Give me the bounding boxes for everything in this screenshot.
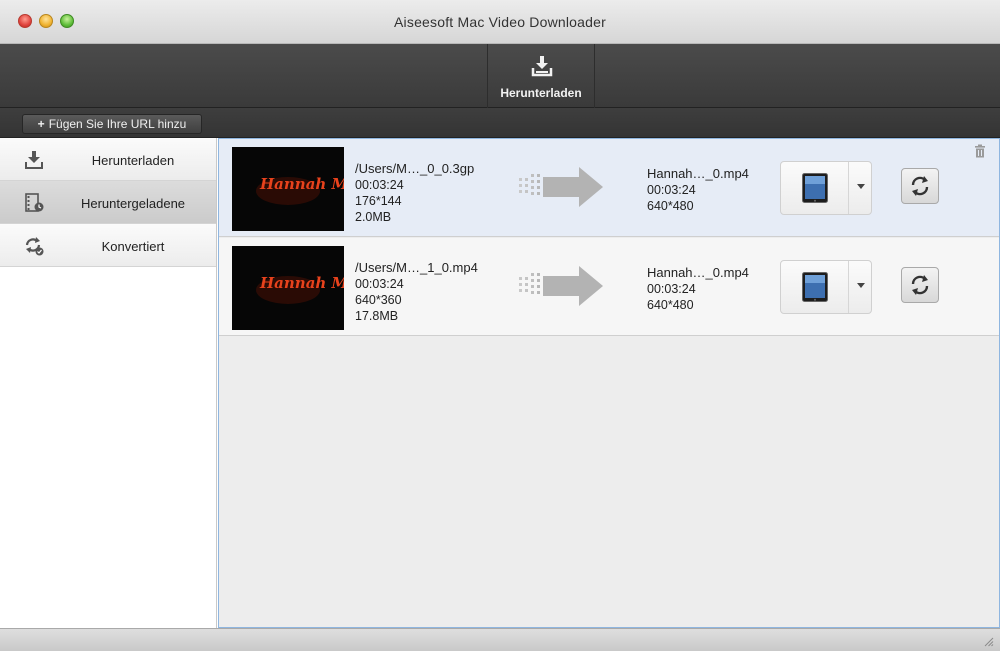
sidebar-item-label: Konvertiert [101, 239, 165, 254]
device-preview[interactable] [781, 261, 849, 313]
output-resolution: 640*480 [647, 298, 694, 312]
trash-icon[interactable] [973, 144, 987, 158]
window-title: Aiseesoft Mac Video Downloader [394, 14, 606, 30]
video-row[interactable]: Hannah Montana /Users/M…_1_0.mp4 00:03:2… [219, 238, 999, 336]
output-duration: 00:03:24 [647, 282, 696, 296]
status-bar [0, 628, 1000, 651]
output-duration: 00:03:24 [647, 183, 696, 197]
arrow-right-icon [519, 266, 603, 306]
film-strip-icon [25, 193, 44, 212]
source-info: /Users/M…_1_0.mp4 00:03:24 640*360 17.8M… [355, 260, 478, 324]
resize-grip-icon[interactable] [982, 635, 994, 647]
thumbnail-image: Hannah Montana [232, 246, 344, 330]
device-preview[interactable] [781, 162, 849, 214]
sidebar-item-label: Herunterladen [91, 153, 175, 168]
title-bar: Aiseesoft Mac Video Downloader [0, 0, 1000, 44]
output-name: Hannah…_0.mp4 [647, 265, 749, 280]
thumbnail-image: Hannah Montana [232, 147, 344, 231]
device-dropdown-toggle[interactable] [850, 162, 872, 214]
refresh-icon [911, 275, 929, 295]
refresh-icon [911, 176, 929, 196]
chevron-down-icon [857, 184, 865, 189]
device-dropdown-toggle[interactable] [850, 261, 872, 313]
source-duration: 00:03:24 [355, 277, 404, 291]
chevron-down-icon [857, 283, 865, 288]
ipad-icon [802, 272, 828, 302]
source-path: /Users/M…_1_0.mp4 [355, 260, 478, 275]
sidebar: Herunterladen Heruntergeladene Konvertie… [0, 138, 217, 628]
sidebar-item-label: Heruntergeladene [80, 196, 186, 211]
thumbnail-title-text: Hannah Montana [259, 175, 344, 193]
download-icon [25, 151, 43, 169]
source-size: 17.8MB [355, 309, 399, 323]
source-path: /Users/M…_0_0.3gp [355, 161, 475, 176]
source-duration: 00:03:24 [355, 178, 404, 192]
convert-button[interactable] [901, 168, 939, 204]
video-row[interactable]: Hannah Montana /Users/M…_0_0.3gp 00:03:2… [219, 139, 999, 237]
source-resolution: 176*144 [355, 194, 402, 208]
source-resolution: 640*360 [355, 293, 402, 307]
video-thumbnail[interactable]: Hannah Montana [232, 147, 344, 231]
sidebar-item-konvertiert[interactable]: Konvertiert [0, 224, 216, 267]
output-name: Hannah…_0.mp4 [647, 166, 749, 181]
source-size: 2.0MB [355, 210, 392, 224]
thumbnail-title-text: Hannah Montana [259, 274, 344, 292]
toolbar-download-button[interactable]: Herunterladen [487, 44, 595, 108]
toolbar: Herunterladen [0, 44, 1000, 108]
plus-icon: + [37, 117, 45, 131]
sidebar-item-herunterladen[interactable]: Herunterladen [0, 138, 216, 181]
video-thumbnail[interactable]: Hannah Montana [232, 246, 344, 330]
output-resolution: 640*480 [647, 199, 694, 213]
output-device-select[interactable] [780, 260, 872, 314]
ipad-icon [802, 173, 828, 203]
output-device-select[interactable] [780, 161, 872, 215]
sidebar-item-heruntergeladene[interactable]: Heruntergeladene [0, 181, 216, 224]
output-info: Hannah…_0.mp4 00:03:24 640*480 [647, 166, 749, 214]
add-url-button[interactable]: + Fügen Sie Ihre URL hinzu [22, 114, 202, 134]
arrow-right-icon [519, 167, 603, 207]
convert-button[interactable] [901, 267, 939, 303]
add-url-label: Fügen Sie Ihre URL hinzu [48, 117, 187, 131]
toolbar-download-label: Herunterladen [500, 86, 582, 100]
output-info: Hannah…_0.mp4 00:03:24 640*480 [647, 265, 749, 313]
url-bar: + Fügen Sie Ihre URL hinzu [0, 108, 1000, 138]
source-info: /Users/M…_0_0.3gp 00:03:24 176*144 2.0MB [355, 161, 474, 225]
convert-icon [25, 237, 44, 256]
download-tray-icon [531, 56, 553, 77]
video-list: Hannah Montana /Users/M…_0_0.3gp 00:03:2… [218, 138, 1000, 628]
